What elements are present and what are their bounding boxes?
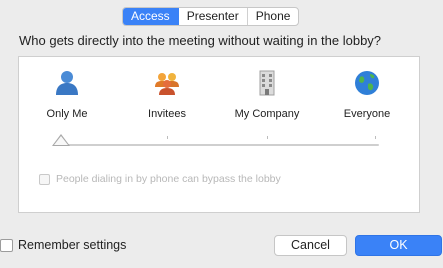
option-label: My Company [234,108,300,120]
building-icon [259,70,275,96]
remember-settings[interactable]: Remember settings [0,238,126,252]
option-label: Only Me [46,108,88,120]
bypass-option: People dialing in by phone can bypass th… [39,173,281,185]
ok-button[interactable]: OK [355,235,442,256]
option-my-company[interactable]: My Company [227,69,307,120]
bypass-label: People dialing in by phone can bypass th… [56,173,281,185]
slider-thumb[interactable] [54,136,68,145]
bypass-checkbox [39,173,50,185]
option-label: Everyone [343,108,391,120]
tab-access[interactable]: Access [123,8,179,25]
cancel-button[interactable]: Cancel [274,235,347,256]
option-label: Invitees [148,108,186,120]
tab-presenter[interactable]: Presenter [179,8,248,25]
person-icon [56,71,78,95]
tab-bar: Access Presenter Phone [122,7,300,26]
option-everyone[interactable]: Everyone [327,69,407,120]
option-invitees[interactable]: Invitees [127,69,207,120]
group-icon [155,73,179,95]
option-only-me[interactable]: Only Me [27,69,107,120]
lobby-question: Who gets directly into the meeting witho… [19,33,382,48]
remember-label: Remember settings [18,238,127,252]
slider-tick [167,136,168,139]
globe-icon [355,71,379,95]
tab-phone[interactable]: Phone [248,8,299,25]
remember-checkbox[interactable] [0,238,13,252]
access-panel: Only Me Invitees My Company Everyone Peo… [18,56,420,213]
slider-tick [267,136,268,139]
slider-tick [375,136,376,139]
access-slider-track[interactable] [59,144,379,146]
